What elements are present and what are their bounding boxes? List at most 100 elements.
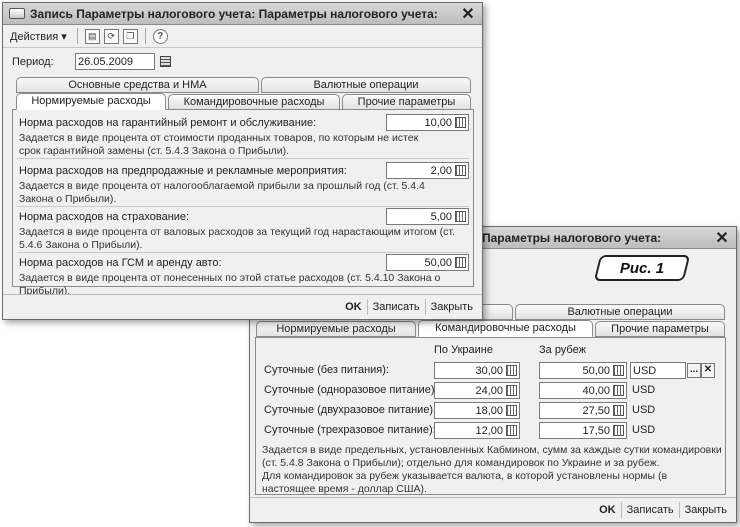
row-label: Суточные (без питания): [264,364,389,376]
tab-fixed-assets[interactable]: Основные средства и НМА [16,77,259,93]
window-title: Параметры налогового учета: [482,230,662,245]
separator [17,158,469,159]
norm-description: Задается в виде процента от валовых расх… [19,226,455,251]
field-value: 2,00 [430,164,452,177]
ukraine-no-meals-field[interactable]: 30,00 [434,362,520,379]
tab-travel-expenses[interactable]: Командировочные расходы [418,320,593,337]
ukraine-two-meals-field[interactable]: 18,00 [434,402,520,419]
window-titlebar[interactable]: Запись Параметры налогового учета: Парам… [3,3,482,25]
close-button[interactable]: Закрыть [424,299,478,315]
figure-label-text: Рис. 1 [619,259,665,277]
field-value: 17,50 [582,424,610,437]
period-value: 26.05.2009 [78,55,134,68]
travel-expenses-panel: По Украине За рубеж Суточные (без питани… [255,337,726,495]
calculator-icon[interactable] [613,405,624,416]
tab-currency-operations[interactable]: Валютные операции [515,304,725,320]
norm-label: Норма расходов на ГСМ и аренду авто: [19,257,222,269]
advertising-norm-field[interactable]: 2,00 [386,162,469,179]
field-value: 40,00 [582,384,610,397]
app-icon [9,8,25,19]
close-icon[interactable]: ✕ [714,228,730,248]
separator [17,252,469,253]
tab-other-params[interactable]: Прочие параметры [342,94,471,110]
tax-params-window: Запись Параметры налогового учета: Парам… [2,2,483,320]
norm-description: Задается в виде процента от стоимости пр… [19,132,419,157]
calculator-icon[interactable] [506,365,517,376]
insurance-norm-field[interactable]: 5,00 [386,208,469,225]
calculator-icon[interactable] [613,365,624,376]
currency-label: USD [632,404,656,416]
field-value: 5,00 [430,210,452,223]
save-doc-icon[interactable]: ▤ [84,28,100,44]
tab-other-params[interactable]: Прочие параметры [595,321,725,337]
calculator-icon[interactable] [506,405,517,416]
toolbar: Действия ▾ ▤ ⟳ ❐ ? [3,25,482,48]
warranty-norm-field[interactable]: 10,00 [386,114,469,131]
tab-normalized-expenses[interactable]: Нормируемые расходы [16,93,166,110]
abroad-no-meals-field[interactable]: 50,00 [539,362,627,379]
norm-label: Норма расходов на предпродажные и реклам… [19,165,347,177]
ok-button[interactable]: OK [594,502,621,518]
ok-button[interactable]: OK [340,299,367,315]
abroad-two-meals-field[interactable]: 27,50 [539,402,627,419]
clear-currency-button[interactable]: ✕ [701,363,715,378]
description-line: Задается в виде предельных, установленны… [262,444,722,469]
col-header-ukraine: По Украине [434,344,493,356]
select-currency-button[interactable]: ... [687,363,701,378]
period-label: Период: [12,56,54,68]
field-value: 12,00 [475,424,503,437]
calculator-icon[interactable] [455,257,466,268]
currency-label: USD [632,424,656,436]
travel-description: Задается в виде предельных, установленны… [262,444,722,496]
calculator-icon[interactable] [455,117,466,128]
field-value: 24,00 [475,384,503,397]
normalized-expenses-panel: Норма расходов на гарантийный ремонт и о… [12,109,474,297]
field-value: 50,00 [582,364,610,377]
close-button[interactable]: Закрыть [678,502,732,518]
row-label: Суточные (трехразовое питание): [264,424,436,436]
save-button[interactable]: Записать [366,299,425,315]
norm-label: Норма расходов на гарантийный ремонт и о… [19,117,317,129]
window-footer: OK Записать Закрыть [250,497,736,522]
tab-travel-expenses[interactable]: Командировочные расходы [168,94,340,110]
calculator-icon[interactable] [613,385,624,396]
calculator-icon[interactable] [506,425,517,436]
currency-label: USD [632,384,656,396]
tab-currency-operations[interactable]: Валютные операции [261,77,471,93]
row-label: Суточные (одноразовое питание): [264,384,438,396]
actions-menu[interactable]: Действия ▾ [7,29,70,44]
col-header-abroad: За рубеж [539,344,586,356]
field-value: 18,00 [475,404,503,417]
calculator-icon[interactable] [613,425,624,436]
tab-normalized-expenses[interactable]: Нормируемые расходы [256,321,416,337]
figure-label: Рис. 1 [593,255,691,281]
abroad-three-meals-field[interactable]: 17,50 [539,422,627,439]
help-icon[interactable]: ? [152,28,168,44]
currency-field[interactable]: USD [630,362,686,379]
field-value: 10,00 [424,116,452,129]
refresh-icon[interactable]: ⟳ [103,28,119,44]
close-icon[interactable]: ✕ [460,4,476,24]
calculator-icon[interactable] [455,211,466,222]
copy-icon[interactable]: ❐ [122,28,138,44]
toolbar-separator [76,28,78,44]
window-title: Запись Параметры налогового учета: Парам… [30,6,438,21]
currency-value: USD [633,364,657,377]
period-date-field[interactable]: 26.05.2009 [75,53,155,70]
calculator-icon[interactable] [455,165,466,176]
row-label: Суточные (двухразовое питание): [264,404,437,416]
separator [17,206,469,207]
window-footer: OK Записать Закрыть [3,294,482,319]
calendar-icon[interactable] [160,56,171,67]
norm-label: Норма расходов на страхование: [19,211,190,223]
save-button[interactable]: Записать [620,502,679,518]
fuel-rent-norm-field[interactable]: 50,00 [386,254,469,271]
ukraine-three-meals-field[interactable]: 12,00 [434,422,520,439]
norm-description: Задается в виде процента от налогооблага… [19,180,425,205]
ukraine-one-meal-field[interactable]: 24,00 [434,382,520,399]
calculator-icon[interactable] [506,385,517,396]
field-value: 50,00 [424,256,452,269]
field-value: 27,50 [582,404,610,417]
abroad-one-meal-field[interactable]: 40,00 [539,382,627,399]
field-value: 30,00 [475,364,503,377]
